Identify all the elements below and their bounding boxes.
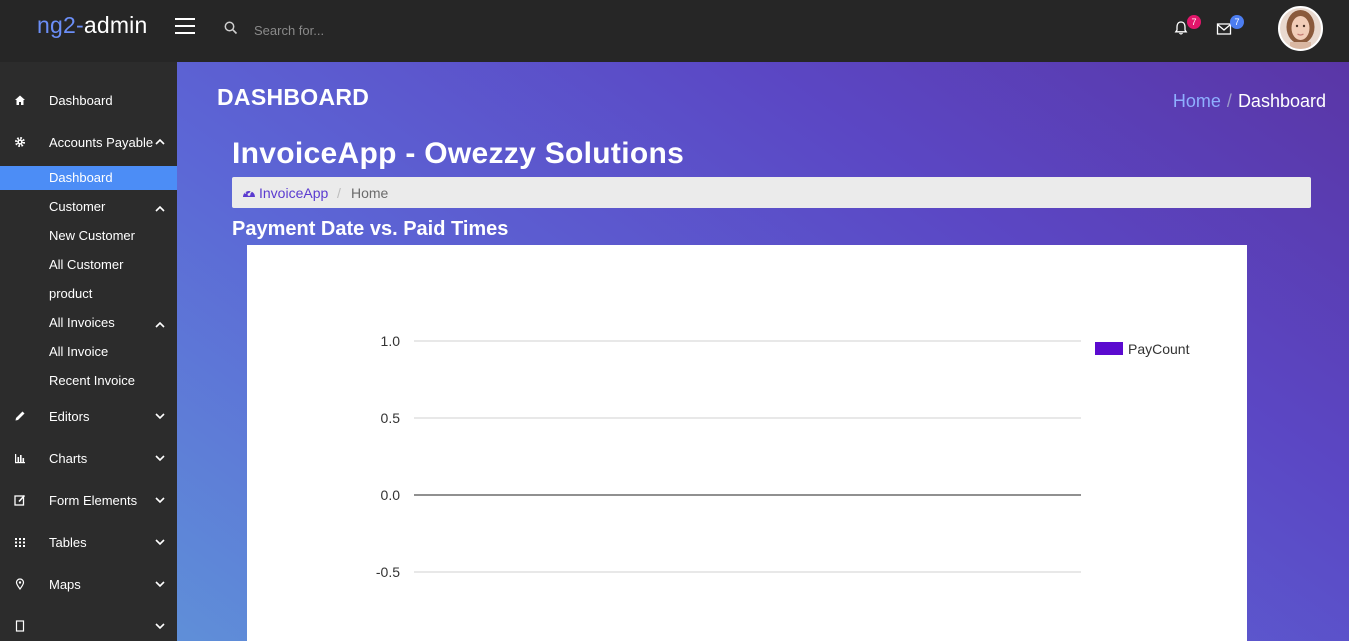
sidebar-subitem-label: product <box>49 286 93 301</box>
sidebar-item-maps[interactable]: Maps <box>0 569 177 601</box>
pencil-icon <box>15 411 25 421</box>
breadcrumb-root-link[interactable]: InvoiceApp <box>259 185 328 201</box>
map-pin-icon <box>15 578 25 590</box>
mail-badge: 7 <box>1230 15 1244 29</box>
top-navbar: ng2-admin 7 7 <box>0 0 1349 62</box>
dashboard-gauge-icon <box>243 188 255 197</box>
breadcrumb-home-link[interactable]: Home <box>1173 91 1221 111</box>
sidebar-item-editors[interactable]: Editors <box>0 401 177 433</box>
header-breadcrumb: Home / Dashboard <box>1173 91 1326 112</box>
sidebar-item-label: Form Elements <box>49 493 138 508</box>
y-tick-label: 1.0 <box>381 333 401 349</box>
sidebar-subitem-new-customer[interactable]: New Customer <box>0 224 177 248</box>
sidebar-subitem-recent-invoice[interactable]: Recent Invoice <box>0 369 177 393</box>
sidebar-subitem-label: New Customer <box>49 228 135 243</box>
sidebar-item-label: Charts <box>49 451 88 466</box>
y-tick-label: 0.5 <box>381 410 401 426</box>
sidebar-item-label: Dashboard <box>49 93 113 108</box>
edit-box-icon <box>14 494 26 506</box>
page-title: DASHBOARD <box>217 84 370 110</box>
user-avatar[interactable] <box>1278 6 1323 51</box>
grid-icon <box>15 538 25 547</box>
sidebar-item-label: Tables <box>49 535 87 550</box>
sidebar-item-more[interactable] <box>0 611 177 641</box>
breadcrumb-separator: / <box>1226 91 1232 111</box>
breadcrumb-current: Dashboard <box>1237 91 1326 111</box>
menu-toggle-icon[interactable] <box>175 18 195 34</box>
sidebar-subitem-label: All Invoices <box>49 315 115 330</box>
sidebar: Dashboard Accounts Payable Dashboard Cus… <box>0 62 177 641</box>
search-icon <box>224 21 238 35</box>
chevron-down-icon <box>155 497 165 504</box>
sidebar-item-charts[interactable]: Charts <box>0 443 177 475</box>
legend-swatch <box>1095 342 1123 355</box>
paycount-chart: 1.0 0.5 0.0 -0.5 PayCount <box>376 333 1190 580</box>
sidebar-subitem-label: Recent Invoice <box>49 373 135 388</box>
sidebar-item-accounts-payable[interactable]: Accounts Payable <box>0 127 177 159</box>
brand-part2: admin <box>83 12 148 38</box>
chart-heading: Payment Date vs. Paid Times <box>232 218 509 240</box>
sidebar-item-tables[interactable]: Tables <box>0 527 177 559</box>
search-input[interactable] <box>246 19 646 41</box>
sidebar-subitem-customer[interactable]: Customer <box>0 195 177 219</box>
sidebar-subitem-product[interactable]: product <box>0 282 177 306</box>
y-tick-label: 0.0 <box>381 487 401 503</box>
app-title: InvoiceApp - Owezzy Solutions <box>232 137 685 170</box>
sidebar-subitem-label: All Invoice <box>49 344 109 359</box>
chevron-down-icon <box>155 581 165 588</box>
sidebar-subitem-dashboard[interactable]: Dashboard <box>0 166 177 190</box>
sidebar-item-form-elements[interactable]: Form Elements <box>0 485 177 517</box>
sidebar-subitem-all-invoice[interactable]: All Invoice <box>0 340 177 364</box>
legend-label: PayCount <box>1128 341 1190 357</box>
chart-card: 1.0 0.5 0.0 -0.5 PayCount <box>247 245 1247 641</box>
chevron-down-icon <box>155 623 165 630</box>
sidebar-subitem-all-customer[interactable]: All Customer <box>0 253 177 277</box>
sidebar-item-label: Maps <box>49 577 81 592</box>
sidebar-subitem-label: Dashboard <box>49 170 113 185</box>
gear-icon <box>15 137 25 147</box>
chevron-down-icon <box>155 539 165 546</box>
brand-part1: ng2- <box>37 12 84 38</box>
app-breadcrumb: InvoiceApp / Home <box>232 177 1311 208</box>
sidebar-subitem-all-invoices[interactable]: All Invoices <box>0 311 177 335</box>
breadcrumb-current: Home <box>351 185 389 201</box>
sidebar-item-label: Accounts Payable <box>49 135 154 150</box>
page-icon <box>15 620 25 632</box>
breadcrumb-separator: / <box>337 185 341 201</box>
chevron-down-icon <box>155 413 165 420</box>
sidebar-subitem-label: All Customer <box>49 257 124 272</box>
bar-chart-icon <box>15 454 25 464</box>
y-tick-label: -0.5 <box>376 564 400 580</box>
sidebar-item-dashboard[interactable]: Dashboard <box>0 85 177 117</box>
chevron-down-icon <box>155 455 165 462</box>
main-content: DASHBOARD Home / Dashboard InvoiceApp - Ow… <box>177 62 1349 641</box>
chevron-up-icon <box>155 205 165 212</box>
sidebar-item-label: Editors <box>49 409 90 424</box>
chevron-up-icon <box>155 321 165 328</box>
bell-badge: 7 <box>1187 15 1201 29</box>
chevron-up-icon <box>155 138 165 145</box>
home-icon <box>15 95 25 105</box>
brand-logo[interactable]: ng2-admin <box>37 12 148 39</box>
sidebar-subitem-label: Customer <box>49 199 106 214</box>
